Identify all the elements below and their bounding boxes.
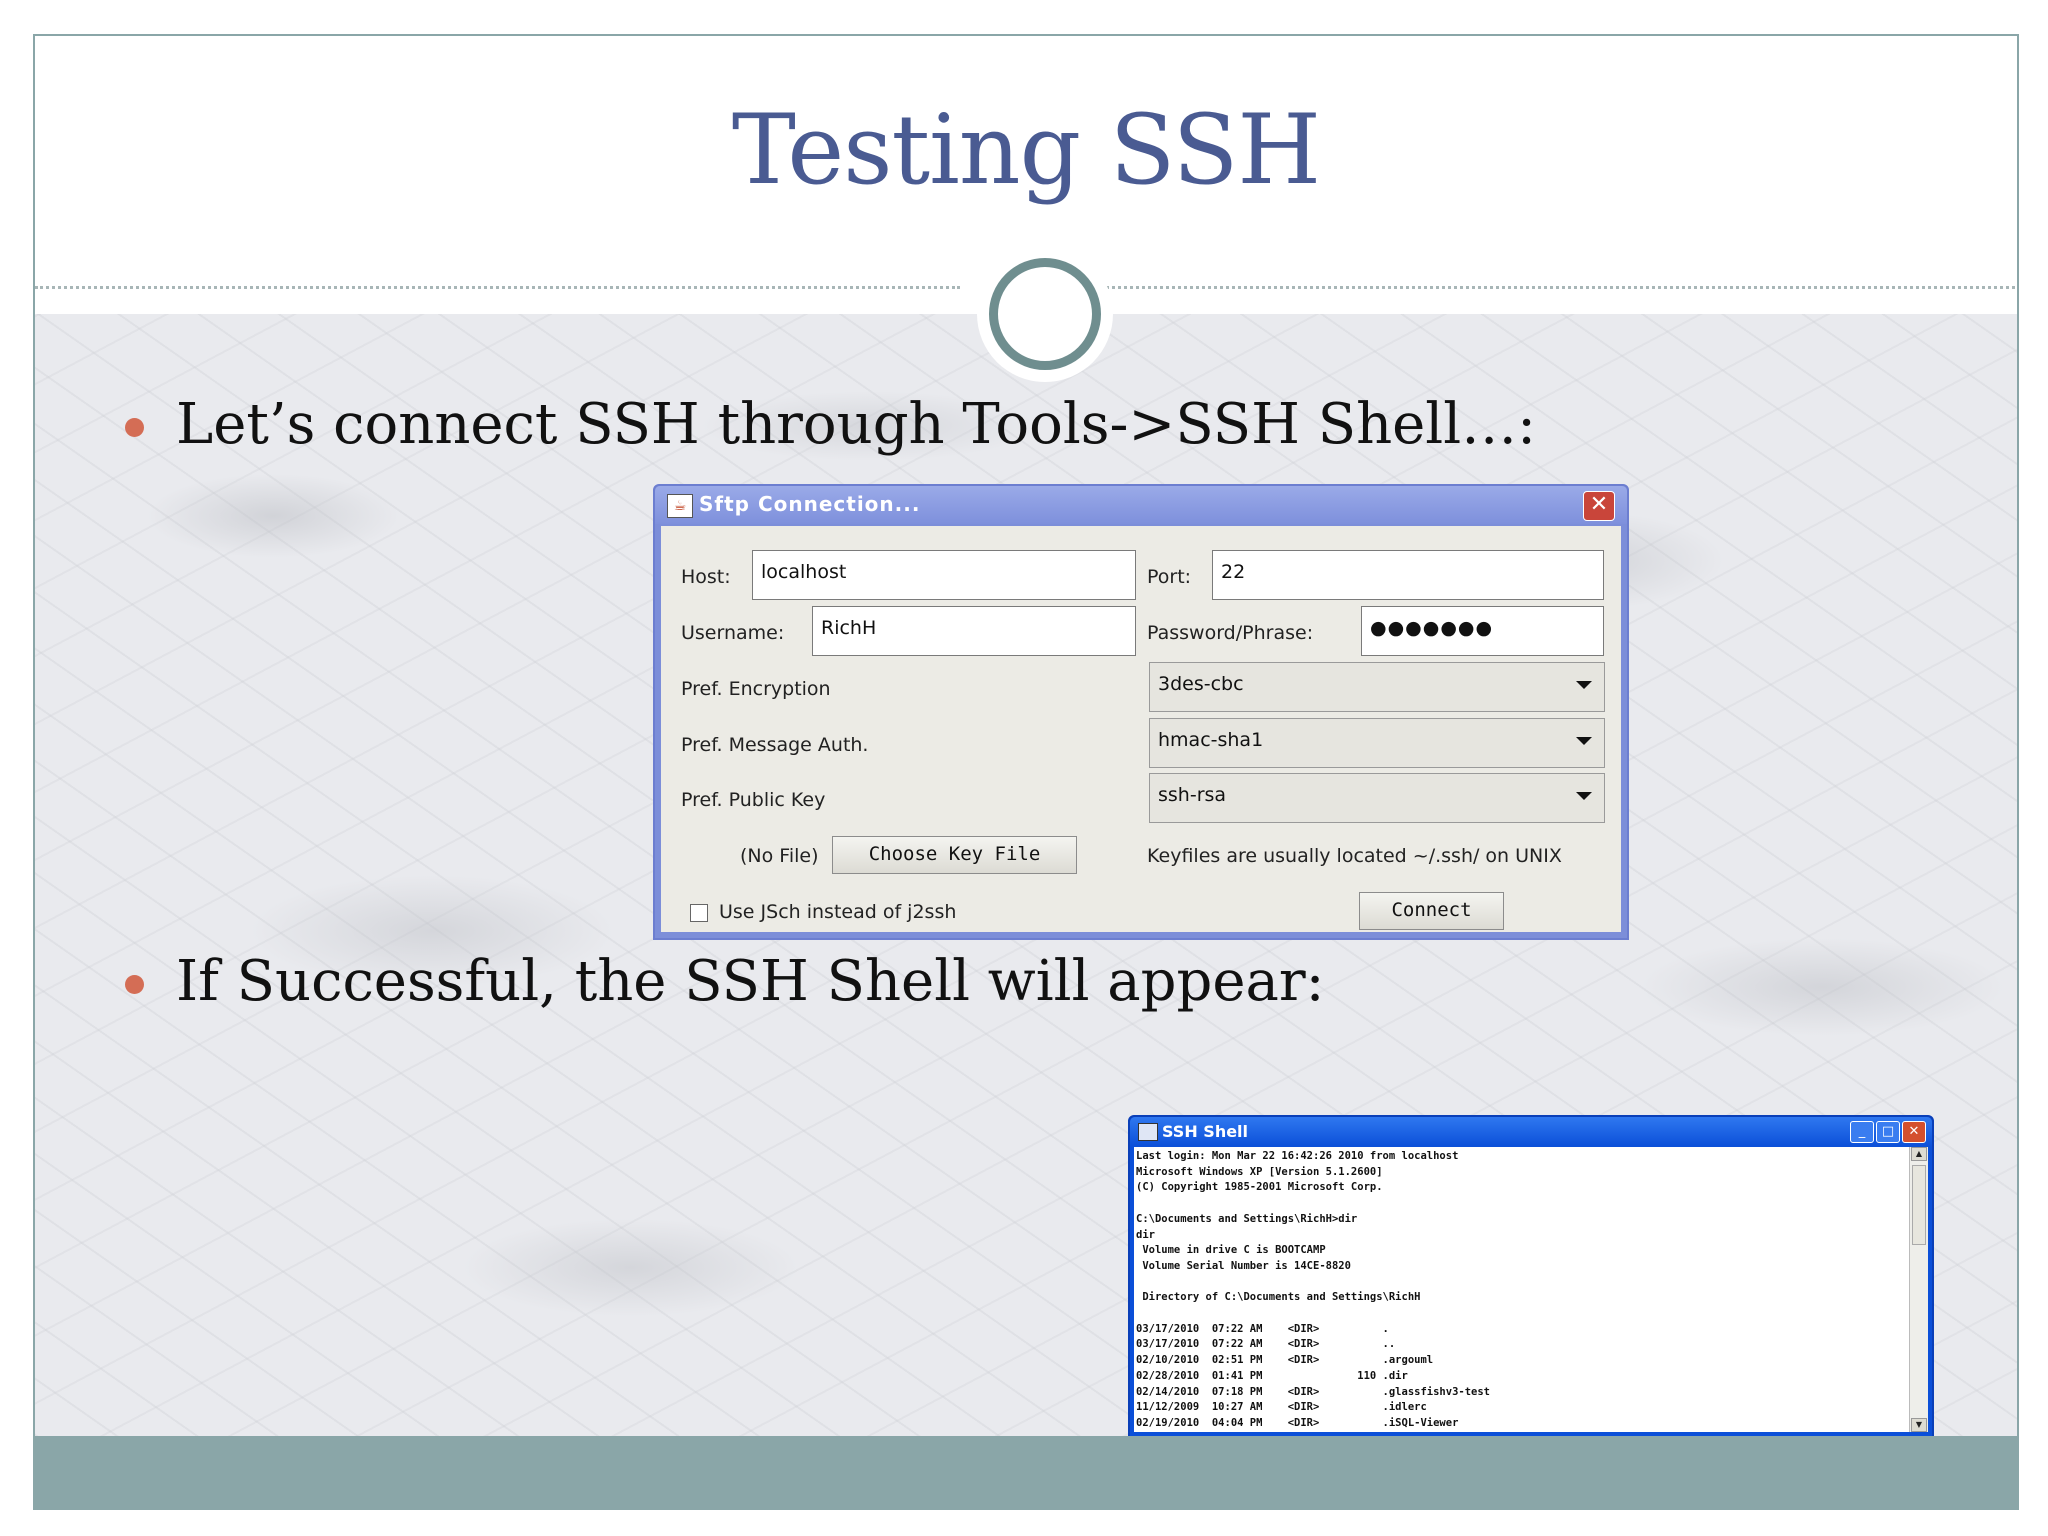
- password-label: Password/Phrase:: [1147, 622, 1314, 644]
- message-auth-selected-value: hmac-sha1: [1158, 729, 1264, 751]
- chevron-down-icon: [1576, 737, 1592, 745]
- footer-band: [35, 1436, 2017, 1508]
- bullet-dot-icon: [125, 418, 144, 437]
- chevron-down-icon: [1576, 792, 1592, 800]
- scroll-up-icon[interactable]: ▲: [1911, 1147, 1927, 1161]
- dialog-title-bar[interactable]: ☕ Sftp Connection... ✕: [655, 486, 1627, 524]
- bullet-text-1: Let’s connect SSH through Tools->SSH She…: [176, 392, 1536, 457]
- jsch-checkbox[interactable]: [690, 904, 708, 922]
- username-input[interactable]: RichH: [812, 606, 1136, 656]
- chevron-down-icon: [1576, 681, 1592, 689]
- public-key-select[interactable]: ssh-rsa: [1149, 773, 1605, 823]
- dialog-body: Host: localhost Port: 22 Username: RichH…: [661, 526, 1621, 932]
- dialog-title: Sftp Connection...: [699, 492, 921, 516]
- message-auth-select[interactable]: hmac-sha1: [1149, 718, 1605, 768]
- connect-button[interactable]: Connect: [1359, 892, 1504, 930]
- scrollbar-thumb[interactable]: [1912, 1165, 1926, 1245]
- host-input[interactable]: localhost: [752, 550, 1136, 600]
- message-auth-label: Pref. Message Auth.: [681, 734, 869, 756]
- terminal-area[interactable]: Last login: Mon Mar 22 16:42:26 2010 fro…: [1134, 1147, 1928, 1432]
- title-divider-left: [35, 286, 960, 289]
- username-label: Username:: [681, 622, 785, 644]
- sftp-connection-dialog: ☕ Sftp Connection... ✕ Host: localhost P…: [653, 484, 1629, 940]
- bullet-dot-icon: [125, 975, 144, 994]
- choose-key-file-button[interactable]: Choose Key File: [832, 836, 1077, 874]
- close-icon[interactable]: ✕: [1583, 491, 1615, 521]
- ssh-window-title: SSH Shell: [1162, 1122, 1249, 1141]
- ssh-shell-window: SSH Shell _ □ ✕ Last login: Mon Mar 22 1…: [1128, 1115, 1934, 1438]
- slide-title: Testing SSH: [731, 94, 1321, 206]
- bullet-text-2: If Successful, the SSH Shell will appear…: [176, 949, 1325, 1014]
- close-icon[interactable]: ✕: [1902, 1121, 1926, 1143]
- scroll-down-icon[interactable]: ▼: [1911, 1418, 1927, 1432]
- terminal-output: Last login: Mon Mar 22 16:42:26 2010 fro…: [1136, 1150, 1491, 1429]
- encryption-label: Pref. Encryption: [681, 678, 831, 700]
- port-label: Port:: [1147, 566, 1192, 588]
- keyfiles-hint: Keyfiles are usually located ~/.ssh/ on …: [1147, 845, 1562, 867]
- terminal-scrollbar[interactable]: ▲ ▼: [1909, 1147, 1928, 1432]
- title-divider-right: [1095, 286, 2017, 289]
- ssh-title-bar[interactable]: SSH Shell _ □ ✕: [1130, 1117, 1932, 1147]
- jsch-checkbox-label: Use JSch instead of j2ssh: [719, 901, 957, 923]
- encryption-selected-value: 3des-cbc: [1158, 673, 1244, 695]
- terminal-app-icon: [1138, 1123, 1158, 1141]
- slide-frame: Testing SSH Let’s connect SSH through To…: [33, 34, 2019, 1510]
- public-key-selected-value: ssh-rsa: [1158, 784, 1227, 806]
- java-app-icon: ☕: [667, 494, 693, 518]
- minimize-icon[interactable]: _: [1850, 1121, 1874, 1143]
- public-key-label: Pref. Public Key: [681, 789, 826, 811]
- password-input[interactable]: ●●●●●●●: [1361, 606, 1604, 656]
- encryption-select[interactable]: 3des-cbc: [1149, 662, 1605, 712]
- host-label: Host:: [681, 566, 731, 588]
- maximize-icon[interactable]: □: [1876, 1121, 1900, 1143]
- port-input[interactable]: 22: [1212, 550, 1604, 600]
- no-file-label: (No File): [740, 845, 819, 867]
- circle-ornament: [989, 258, 1101, 370]
